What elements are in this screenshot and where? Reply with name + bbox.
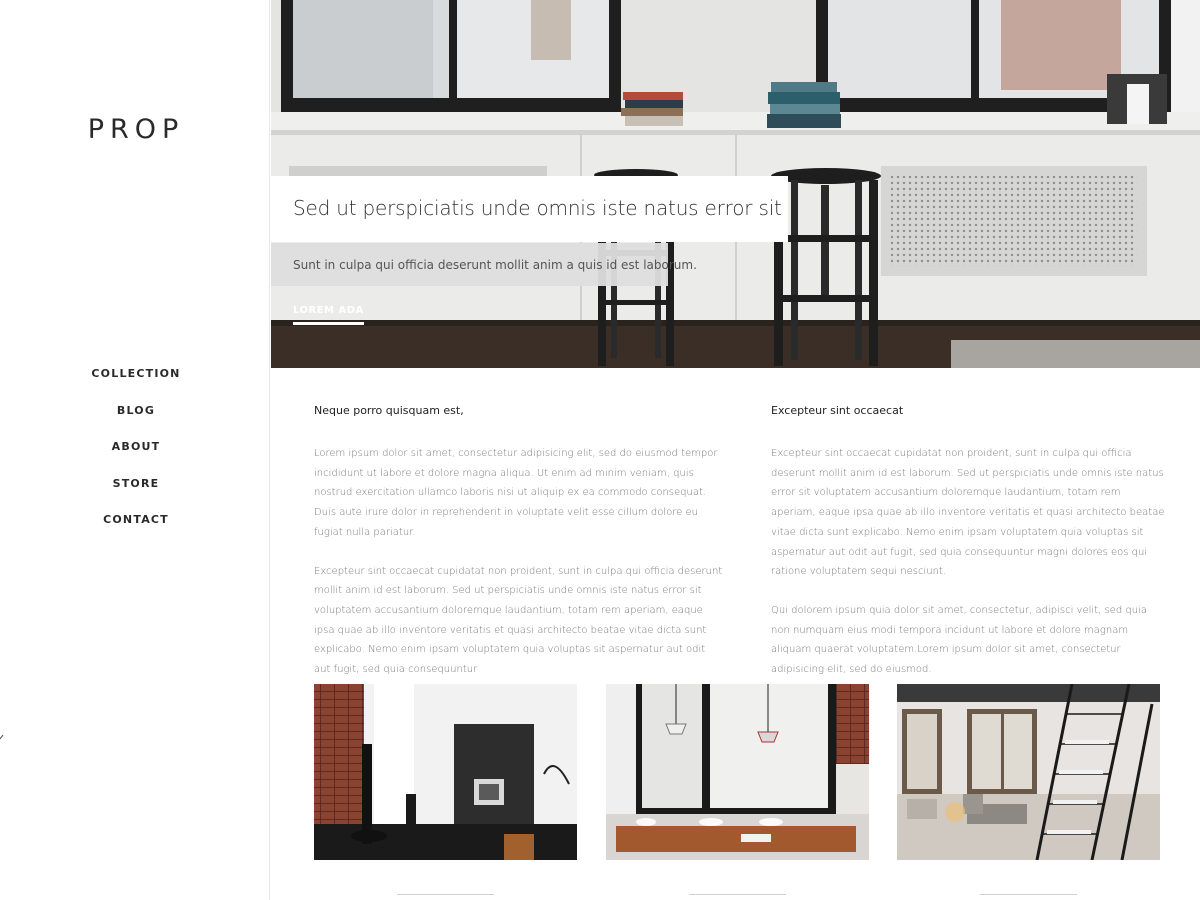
content-column-right: Excepteur sint occaecat Excepteur sint o…	[771, 404, 1166, 699]
column-heading: Excepteur sint occaecat	[771, 404, 904, 417]
content-column-left: Neque porro quisquam est, Lorem ipsum do…	[314, 404, 724, 699]
nav-link-contact[interactable]: CONTACT	[103, 513, 169, 526]
gallery-image	[897, 684, 1160, 860]
nav-item-contact: CONTACT	[0, 508, 272, 545]
main-nav: COLLECTION BLOG ABOUT STORE CONTACT	[0, 362, 272, 545]
hero-title: Sed ut perspiciatis unde omnis iste natu…	[293, 196, 782, 220]
nav-link-about[interactable]: ABOUT	[112, 440, 161, 453]
column-paragraph: Excepteur sint occaecat cupidatat non pr…	[314, 565, 723, 676]
hero-subtitle-box: Sunt in culpa qui officia deserunt molli…	[271, 243, 697, 286]
nav-link-store[interactable]: STORE	[113, 477, 160, 490]
image-gallery	[314, 684, 1162, 860]
nav-item-about: ABOUT	[0, 435, 272, 472]
nav-link-blog[interactable]: BLOG	[117, 404, 155, 417]
gallery-thumb-living-room[interactable]	[314, 684, 577, 860]
gallery-caption-divider	[689, 894, 786, 895]
column-paragraph: Lorem ipsum dolor sit amet, consectetur …	[314, 448, 718, 538]
gallery-image	[606, 684, 869, 860]
hero-subtitle: Sunt in culpa qui officia deserunt molli…	[293, 258, 697, 272]
brand-logo[interactable]: PROP	[0, 114, 272, 145]
gallery-caption-divider	[980, 894, 1077, 895]
caret-up-icon	[0, 734, 4, 740]
column-paragraph: Qui dolorem ipsum quia dolor sit amet, c…	[771, 604, 1147, 676]
nav-item-blog: BLOG	[0, 399, 272, 436]
gallery-image	[314, 684, 577, 860]
hero-banner: Sed ut perspiciatis unde omnis iste natu…	[271, 0, 1200, 368]
hero-cta-link[interactable]: LOREM ADA	[293, 305, 364, 325]
column-heading: Neque porro quisquam est,	[314, 404, 464, 417]
nav-item-collection: COLLECTION	[0, 362, 272, 399]
column-paragraph: Excepteur sint occaecat cupidatat non pr…	[771, 448, 1165, 578]
nav-link-collection[interactable]: COLLECTION	[91, 367, 180, 380]
nav-item-store: STORE	[0, 472, 272, 509]
gallery-caption-divider	[397, 894, 494, 895]
gallery-thumb-loft-stairs[interactable]	[897, 684, 1160, 860]
gallery-thumb-dining-room[interactable]	[606, 684, 869, 860]
sidebar: PROP COLLECTION BLOG ABOUT STORE CONTACT	[0, 0, 270, 900]
hero-title-box: Sed ut perspiciatis unde omnis iste natu…	[271, 176, 788, 242]
